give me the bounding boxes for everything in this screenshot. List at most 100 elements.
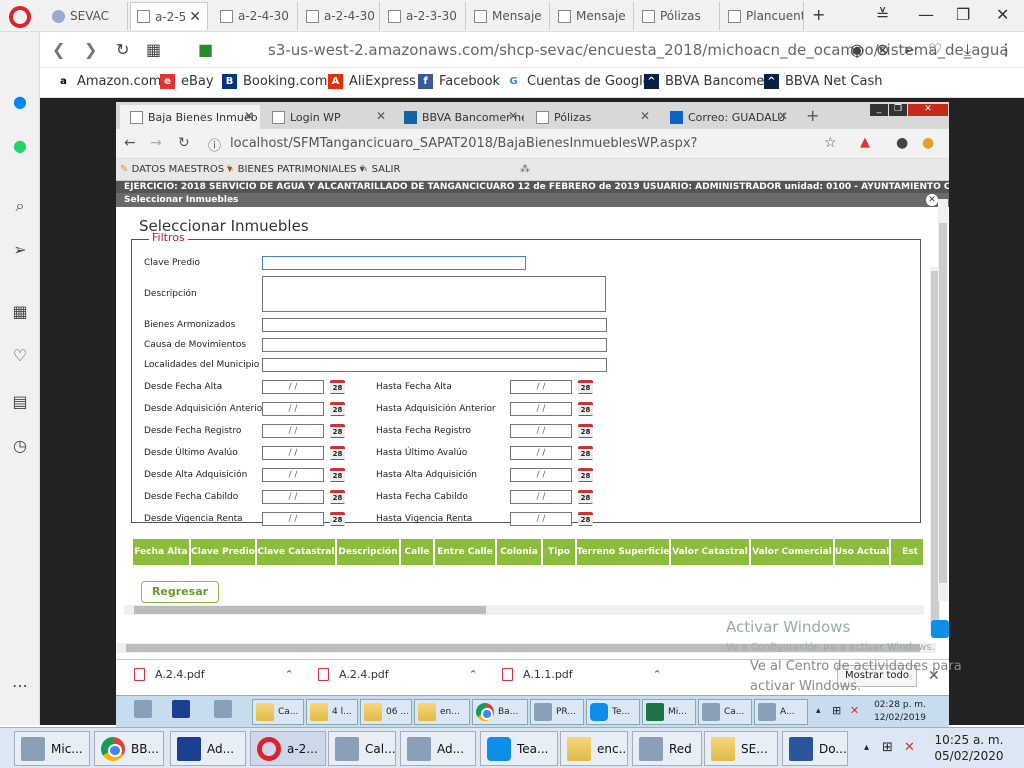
calendar-icon[interactable] (578, 490, 593, 504)
taskbar-item[interactable]: 4 l... (306, 699, 358, 725)
taskbar-item[interactable]: A... (754, 699, 808, 725)
taskbar-item[interactable]: Mic... (14, 731, 90, 766)
opera-tab-active[interactable]: a-2-5 ✕ (130, 2, 208, 30)
chrome-tab[interactable]: Pólizas ✕ (526, 105, 656, 129)
bookmark-heart-icon[interactable]: ♡ (928, 40, 942, 59)
whatsapp-icon[interactable]: ● (10, 136, 30, 156)
search-icon[interactable]: ⌕ (10, 196, 30, 216)
more-icon[interactable]: ⋯ (10, 676, 30, 696)
teamviewer-icon[interactable] (931, 620, 949, 638)
taskbar-item[interactable]: BB... (94, 731, 164, 766)
volume-muted-icon[interactable]: ✕ (904, 740, 915, 755)
chrome-tab[interactable]: Login WP ✕ (262, 105, 392, 129)
clave-predio-input[interactable] (262, 256, 526, 270)
desde-fecha-alta-input[interactable]: / / (262, 380, 324, 394)
chrome-tab-active[interactable]: Baja Bienes Inmueb ✕ (120, 105, 260, 129)
new-tab-icon[interactable]: + (806, 106, 819, 125)
col-fecha-alta[interactable]: Fecha Alta (133, 539, 191, 565)
extension-icon[interactable]: ● (922, 135, 934, 151)
opera-url[interactable]: s3-us-west-2.amazonaws.com/shcp-sevac/en… (268, 41, 1009, 59)
show-all-downloads-button[interactable]: Mostrar todo (837, 665, 917, 687)
tab-menu-icon[interactable]: ≚ (876, 5, 889, 24)
calendar-icon[interactable] (578, 424, 593, 438)
taskbar-item[interactable]: en... (414, 699, 470, 725)
calendar-icon[interactable] (330, 402, 345, 416)
close-tab-icon[interactable]: ✕ (244, 109, 254, 123)
scroll-thumb[interactable] (134, 606, 486, 614)
desde-alta-adquisicion-input[interactable]: / / (262, 468, 324, 482)
bookmark-bbva-net-cash[interactable]: ^ BBVA Net Cash (764, 74, 883, 89)
chevron-up-icon[interactable]: ⌃ (285, 668, 294, 681)
news-icon[interactable]: ▤ (10, 392, 30, 412)
opera-tab[interactable]: Mensaje (468, 2, 550, 30)
calendar-icon[interactable] (578, 446, 593, 460)
taskbar-item[interactable]: Mi... (642, 699, 696, 725)
opera-tab-sevac[interactable]: SEVAC (46, 2, 128, 30)
messenger-icon[interactable]: ● (10, 92, 30, 112)
calendar-icon[interactable] (578, 468, 593, 482)
scroll-thumb[interactable] (939, 223, 947, 583)
tools-icon[interactable] (214, 700, 242, 724)
col-valor-catastral[interactable]: Valor Catastral (671, 539, 751, 565)
col-valor-comercial[interactable]: Valor Comercial (751, 539, 835, 565)
close-tab-icon[interactable]: ✕ (640, 109, 650, 123)
download-item[interactable]: A.1.1.pdf ⌃ (502, 668, 662, 681)
col-terreno-superficie[interactable]: Terreno Superficie (577, 539, 671, 565)
opera-tab[interactable]: a-2-4-30 (300, 2, 380, 30)
desde-fecha-cabildo-input[interactable]: / / (262, 490, 324, 504)
calendar-icon[interactable] (330, 380, 345, 394)
taskbar-item[interactable]: Red (632, 731, 702, 766)
desde-vigencia-renta-input[interactable]: / / (262, 512, 324, 526)
volume-muted-icon[interactable]: ✕ (850, 704, 859, 717)
heart-icon[interactable]: ♡ (10, 346, 30, 366)
remote-clock[interactable]: 02:28 p. m. 12/02/2019 (872, 699, 928, 725)
calendar-icon[interactable] (330, 424, 345, 438)
taskbar-item[interactable]: PR... (530, 699, 584, 725)
reload-icon[interactable]: ↻ (178, 135, 190, 151)
opera-tab[interactable]: Mensaje (552, 2, 634, 30)
taskbar-item[interactable]: Do... (782, 731, 848, 766)
close-window-icon[interactable]: ✕ (908, 104, 948, 116)
calendar-icon[interactable] (330, 446, 345, 460)
taskbar-item[interactable]: Ca... (252, 699, 304, 725)
col-clave-catastral[interactable]: Clave Catastral (257, 539, 337, 565)
bookmark-booking[interactable]: B Booking.com (222, 74, 327, 89)
descripcion-textarea[interactable] (262, 276, 606, 312)
dialog-horizontal-scrollbar[interactable] (124, 605, 924, 615)
scroll-thumb[interactable] (126, 644, 920, 652)
taskbar-item[interactable]: Ad... (400, 731, 476, 766)
chevron-up-icon[interactable]: ⌃ (653, 668, 662, 681)
tabs-grid-icon[interactable]: ▦ (146, 40, 161, 59)
bookmark-google[interactable]: G Cuentas de Google (506, 74, 650, 89)
network-tray-icon[interactable]: ⊞ (832, 704, 841, 717)
hasta-vigencia-renta-input[interactable]: / / (510, 512, 572, 526)
page-vertical-scrollbar[interactable] (938, 199, 948, 601)
causa-movimientos-input[interactable] (262, 338, 607, 352)
col-calle[interactable]: Calle (401, 539, 435, 565)
taskbar-item[interactable]: Ca... (698, 699, 752, 725)
profile-icon[interactable]: ● (896, 135, 908, 151)
forward-icon[interactable]: ❯ (84, 40, 97, 59)
new-tab-icon[interactable]: + (812, 5, 825, 24)
info-icon[interactable]: ⓘ (208, 135, 221, 154)
adblock-icon[interactable]: ⊗ (876, 40, 889, 59)
menu-salir[interactable]: ✎ SALIR (360, 164, 400, 175)
history-icon[interactable]: ◷ (10, 436, 30, 456)
send-icon[interactable]: ➢ (10, 240, 30, 260)
download-item[interactable]: A.2.4.pdf ⌃ (134, 668, 294, 681)
pdf-extension-icon[interactable]: ▲ (860, 135, 870, 150)
speed-dial-icon[interactable]: ▦ (10, 302, 30, 322)
download-item[interactable]: A.2.4.pdf ⌃ (318, 668, 478, 681)
page-horizontal-scrollbar[interactable] (116, 643, 936, 653)
bookmark-ebay[interactable]: e eBay (160, 74, 214, 89)
taskbar-item[interactable]: Tea... (480, 731, 558, 766)
minimize-icon[interactable]: _ (870, 104, 888, 116)
network-tray-icon[interactable]: ⊞ (882, 740, 893, 755)
col-colonia[interactable]: Colonia (497, 539, 543, 565)
col-est[interactable]: Est (891, 539, 923, 565)
calendar-icon[interactable] (578, 402, 593, 416)
reload-icon[interactable]: ↻ (116, 40, 129, 59)
taskbar-item[interactable]: enc... (560, 731, 628, 766)
chrome-tab[interactable]: Correo: GUADALU ✕ (660, 105, 794, 129)
back-icon[interactable]: ❮ (52, 40, 65, 59)
